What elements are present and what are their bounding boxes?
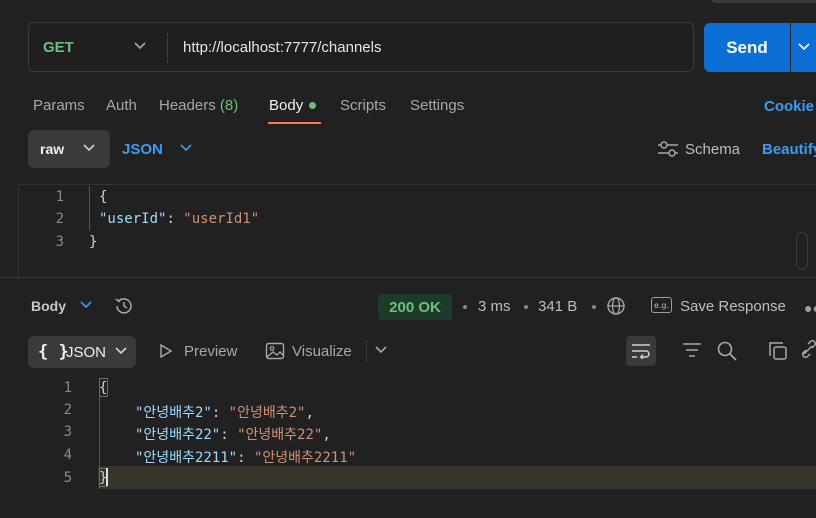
json-value: "안녕배추2211" [253,450,357,466]
save-response-button[interactable]: Save Response [680,298,786,315]
chevron-down-icon[interactable] [79,300,93,310]
line-number: 4 [63,447,72,463]
url-separator [167,33,168,63]
play-icon[interactable] [158,343,174,359]
wrap-lines-icon [632,344,650,359]
line-number: 2 [63,402,72,418]
copy-icon[interactable] [767,340,789,362]
response-size[interactable]: 341 B [538,298,577,315]
code-line: "안녕배추2": "안녕배추2", [135,405,314,421]
top-edge-bar [712,0,816,3]
body-mode-select[interactable]: raw [28,130,110,168]
beautify-button[interactable]: Beautify [762,141,816,158]
current-line-highlight [98,466,816,489]
method-select[interactable]: GET [43,39,74,56]
status-badge[interactable]: 200 OK [378,294,452,320]
globe-icon[interactable] [606,296,626,316]
response-body-select[interactable]: Body [31,298,66,314]
active-tab-underline [268,122,321,124]
line-number: 5 [63,470,72,486]
tab-body[interactable]: Body [269,97,317,114]
code-line: "안녕배추2211": "안녕배추2211" [135,450,357,466]
link-icon[interactable] [802,340,816,362]
separator-dot [524,305,528,309]
line-number: 2 [55,211,64,227]
sliders-icon[interactable] [657,140,679,158]
body-mode-label: raw [40,141,65,157]
line-number: 1 [55,189,64,205]
line-number: 1 [63,380,72,396]
body-modified-dot [309,101,317,109]
wrap-lines-button[interactable] [626,336,656,366]
code-open-brace: { [99,380,108,396]
tab-headers-label: Headers [159,97,216,114]
tab-settings[interactable]: Settings [410,97,464,114]
schema-button[interactable]: Schema [685,141,740,158]
editor-scrollbar[interactable] [796,232,808,270]
separator-dot [463,305,467,309]
chevron-down-icon[interactable] [179,143,193,153]
chevron-down-icon[interactable] [133,41,147,51]
code-line: "안녕배추22": "안녕배추22", [135,427,331,443]
url-input[interactable]: http://localhost:7777/channels [183,39,381,56]
json-key: "userId" [99,211,167,227]
filter-icon[interactable] [682,342,702,358]
response-time[interactable]: 3 ms [478,298,511,315]
toolbar-separator [366,340,367,362]
tab-scripts[interactable]: Scripts [340,97,386,114]
tab-auth[interactable]: Auth [106,97,137,114]
more-options-icon[interactable]: ●● [804,300,816,316]
braces-icon: { } [38,342,69,362]
search-icon[interactable] [716,340,738,362]
json-comma: , [305,405,314,421]
line-number: 3 [63,424,72,440]
code-line: "userId": "userId1" [99,211,259,227]
example-icon-label: e.g. [653,300,670,310]
json-key: "안녕배추22" [135,427,221,443]
send-button[interactable]: Send [704,23,790,72]
json-value: "안녕배추2" [228,405,306,421]
example-icon[interactable]: e.g. [651,297,672,313]
chevron-down-icon[interactable] [374,345,388,355]
chevron-down-icon [83,144,95,152]
visualize-button[interactable]: Visualize [292,343,352,360]
pane-divider[interactable] [0,277,816,278]
chevron-down-icon [798,43,810,51]
chevron-down-icon [115,347,127,355]
body-format-select[interactable]: JSON [122,141,163,158]
json-value: "userId1" [183,211,260,227]
history-icon[interactable] [113,295,135,317]
tab-headers[interactable]: Headers (8) [159,97,238,114]
response-format-select[interactable]: { } JSON [28,336,136,368]
json-comma: , [322,427,331,443]
headers-count-badge: (8) [219,97,239,114]
response-format-label: JSON [66,344,107,361]
cookies-link[interactable]: Cookie [764,98,814,115]
code-open-brace: { [99,189,108,205]
url-bar: GET http://localhost:7777/channels [28,22,694,72]
tab-params[interactable]: Params [33,97,85,114]
preview-button[interactable]: Preview [184,343,237,360]
send-options-button[interactable] [791,23,816,72]
json-value: "안녕배추22" [237,427,323,443]
code-close-brace: } [89,234,98,250]
json-colon: : [166,211,184,227]
request-body-editor[interactable] [18,184,816,277]
text-cursor [106,468,108,486]
image-icon[interactable] [265,342,285,360]
separator-dot [592,305,596,309]
json-key: "안녕배추2211" [135,450,238,466]
json-key: "안녕배추2" [135,405,212,421]
editor-indent-guide [89,186,90,231]
tab-body-label: Body [269,97,304,114]
line-number: 3 [55,234,64,250]
